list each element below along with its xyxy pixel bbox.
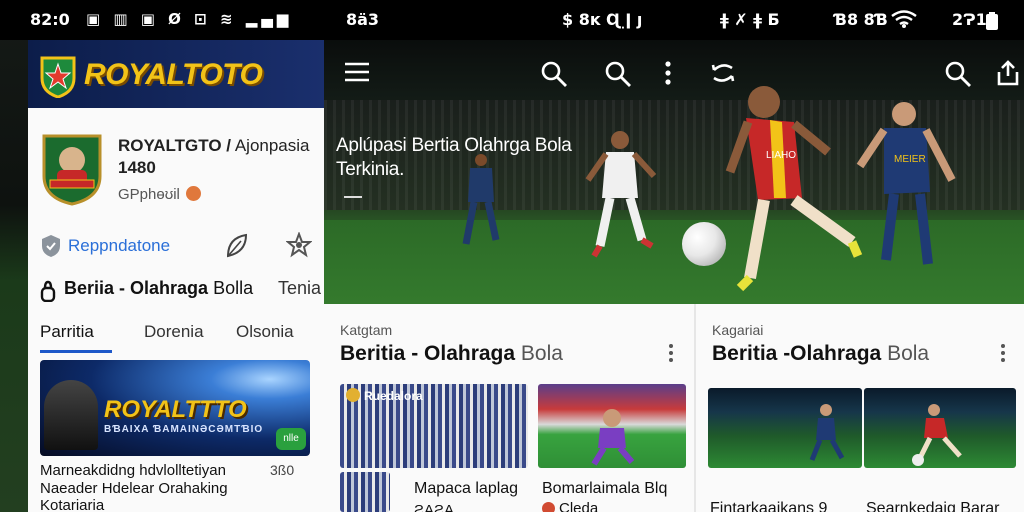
- news-card-right: Kagariai Beritia -Olahraga Bola Fintarka…: [694, 304, 1024, 512]
- battery-icon: [986, 12, 998, 34]
- app-title-rest: Ajonpasia: [231, 136, 310, 155]
- card-category: Katgtam: [340, 322, 393, 338]
- category-row: Beriia - Olahraga Bolla Tenia: [40, 278, 324, 304]
- thumb-1-label-text: Ruedalora: [364, 389, 423, 403]
- status-bar: 82:0 ▣ ▥ ▣ Ø ⊡ ≋ ▂▄▆ 8ä3 $ 8ĸ Ɋ ̤ǀ ȷ ǂ ✗…: [0, 0, 1024, 40]
- refresh-icon[interactable]: [710, 60, 736, 91]
- shield-icon: [40, 234, 62, 263]
- news-headline[interactable]: Marneakdidng hdvlolltetiyan: [40, 462, 226, 479]
- status-time-right: 2Ɂ1: [952, 10, 987, 29]
- app-title: ROYALTGTO / Ajonpasia: [118, 136, 310, 156]
- caption-right-2[interactable]: Searnkedaig Barar: [866, 500, 999, 512]
- caption-2-sub-text: Cleda: [559, 500, 599, 512]
- left-app-panel: ROYALTOTO ROYALTGTO / Ajonpasia 1480 GPp…: [28, 40, 324, 512]
- hero-divider: [344, 196, 362, 198]
- caption-2[interactable]: Bomarlaimala Blq: [542, 480, 667, 498]
- promo-banner[interactable]: ROYALTTTO BƁAIXA ƁAMAINƏCƏMTƁIO nlle: [40, 360, 310, 456]
- screenshot-stage: 82:0 ▣ ▥ ▣ Ø ⊡ ≋ ▂▄▆ 8ä3 $ 8ĸ Ɋ ̤ǀ ȷ ǂ ✗…: [0, 0, 1024, 512]
- leaf-icon[interactable]: [224, 232, 250, 265]
- banner-title: ROYALTTTO: [104, 396, 247, 423]
- search-icon-right[interactable]: [944, 60, 972, 93]
- search-icon-secondary[interactable]: [604, 60, 632, 93]
- news-thumb-right-2[interactable]: [864, 388, 1016, 468]
- share-icon[interactable]: [996, 60, 1020, 91]
- card-more-icon-right[interactable]: [1000, 344, 1006, 364]
- app-icon[interactable]: [40, 132, 104, 206]
- news-count: 3ß0: [270, 462, 295, 478]
- status-glyphs-right: Ɓ8 8Ɓ: [834, 10, 888, 29]
- tab-bar: Parritia Dorenia Olsonia: [40, 320, 324, 354]
- developer-name[interactable]: GPphɵʊil: [118, 186, 201, 203]
- source-dot-icon: [542, 502, 555, 512]
- news-thumb-1[interactable]: Ruedalora: [340, 384, 528, 468]
- lock-icon: [40, 280, 56, 307]
- card-title-bold: Beritia - Olahraga: [340, 342, 516, 365]
- app-title-bold: ROYALTGTO /: [118, 136, 232, 155]
- status-time-left: 82:0: [30, 10, 70, 29]
- category-title-bold: Beriia - Olahraga: [64, 278, 209, 298]
- thumb-1-label: Ruedalora: [346, 388, 423, 403]
- news-thumb-2[interactable]: [538, 384, 686, 468]
- tab-dorenia[interactable]: Dorenia: [144, 322, 204, 342]
- category-title: Beriia - Olahraga Bolla: [64, 278, 253, 299]
- tab-parritia[interactable]: Parritia: [40, 322, 94, 342]
- banner-subtitle: BƁAIXA ƁAMAINƏCƏMTƁIO: [104, 424, 264, 435]
- active-tab-indicator: [40, 350, 112, 353]
- card-more-icon[interactable]: [668, 344, 674, 364]
- blue-kit-sponsor: MEIER: [894, 154, 926, 165]
- star-icon[interactable]: [285, 231, 313, 263]
- caption-right-1[interactable]: Fintarkaaikans 9: [710, 500, 827, 512]
- brand-name: ROYALTOTO: [84, 58, 263, 91]
- more-vert-icon[interactable]: [664, 60, 672, 91]
- reputation-row: Reppndatone: [40, 231, 320, 265]
- hero-headline: Aplúpasi Bertia Olahrga Bola Terkinia.: [336, 135, 572, 180]
- banner-badge[interactable]: nlle: [276, 428, 306, 450]
- status-icons-mid: $ 8ĸ Ɋ ̤ǀ ȷ: [562, 10, 643, 29]
- news-thumb-right-1[interactable]: [708, 388, 862, 468]
- tab-olsonia[interactable]: Olsonia: [236, 322, 294, 342]
- card-title-right-bold: Beritia -Olahraga: [712, 342, 882, 365]
- developer-label: GPphɵʊil: [118, 186, 180, 203]
- red-kit-sponsor: LIAHO: [766, 150, 796, 161]
- caption-2-sub: Cleda: [542, 500, 598, 512]
- category-title-bola: Bolla: [208, 278, 254, 298]
- news-card-middle: Katgtam Beritia - Olahraga Bola Ruedalor…: [324, 304, 694, 512]
- status-icons-right: ǂ ✗ ǂ Ƃ: [720, 10, 780, 29]
- football: [682, 222, 726, 266]
- card-title-right-light: Bola: [881, 342, 930, 365]
- menu-icon[interactable]: [344, 62, 370, 87]
- category-extra[interactable]: Tenia: [278, 278, 321, 299]
- card-category-right: Kagariai: [712, 322, 764, 338]
- news-thumb-3[interactable]: [340, 472, 390, 512]
- status-icons-left: ▣ ▥ ▣ Ø ⊡ ≋ ▂▄▆: [86, 10, 293, 28]
- player-red-kit: LIAHO: [724, 82, 864, 304]
- player-blue-kit: MEIER: [854, 100, 964, 285]
- card-title-right: Beritia -Olahraga Bola: [712, 342, 929, 366]
- caption-1-sub: ƧAƧA: [414, 502, 455, 512]
- developer-badge-icon: [185, 186, 201, 201]
- player-white-kit: [580, 128, 660, 273]
- caption-1[interactable]: Mapaca laplag: [414, 480, 518, 498]
- status-time-mid: 8ä3: [346, 10, 380, 29]
- brand-header: ROYALTOTO: [28, 40, 324, 108]
- wifi-icon: [890, 10, 918, 32]
- news-line-3: Kotariaria: [40, 497, 105, 512]
- coin-icon: [346, 388, 360, 402]
- royal-shield-logo-icon: [40, 54, 76, 99]
- news-line-2: Naeader Hdelear Orahaking: [40, 480, 228, 497]
- card-title: Beritia - Olahraga Bola: [340, 342, 563, 366]
- banner-player-image: [44, 380, 98, 450]
- hero-image: LIAHO MEIER Aplúpasi Bertia Olahrga Bola…: [324, 40, 1024, 304]
- card-title-light: Bola: [515, 342, 563, 365]
- app-subtitle: 1480: [118, 158, 156, 177]
- search-icon[interactable]: [540, 60, 568, 93]
- reputation-link[interactable]: Reppndatone: [68, 236, 170, 256]
